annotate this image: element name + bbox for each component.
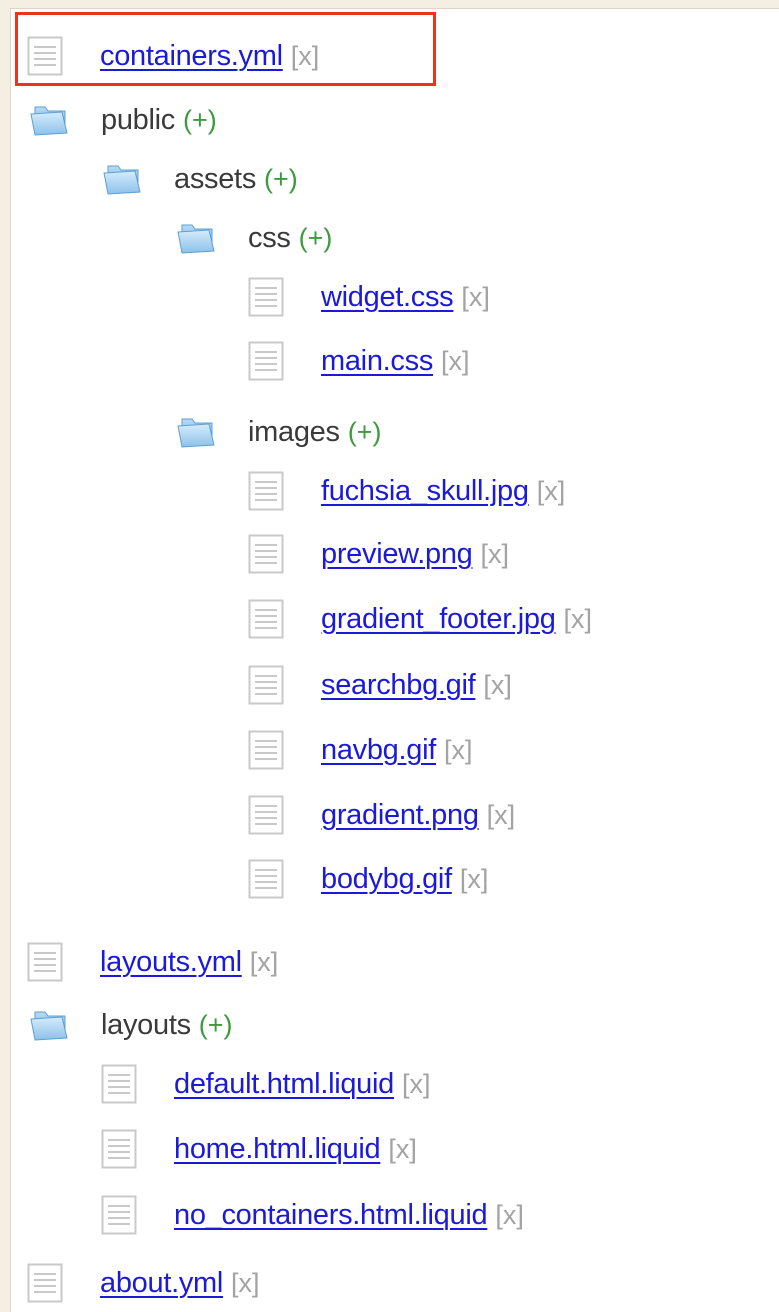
folder-label: assets: [174, 162, 257, 195]
file-icon: [101, 1064, 137, 1104]
tree-file-item: gradient_footer.jpg [x]: [248, 597, 592, 641]
remove-file-button[interactable]: [x]: [250, 947, 279, 978]
file-icon: [101, 1195, 137, 1235]
file-link[interactable]: main.css: [321, 345, 433, 378]
tree-file-item: home.html.liquid [x]: [101, 1127, 417, 1171]
folder-label: public: [101, 103, 175, 136]
add-item-button[interactable]: (+): [264, 164, 298, 195]
tree-file-item: gradient.png [x]: [248, 793, 515, 837]
folder-label: images: [248, 415, 340, 448]
file-tree-panel: containers.yml [x] public (+) assets (+) css (+…: [10, 8, 779, 1312]
file-icon: [27, 1263, 63, 1303]
tree-file-item: main.css [x]: [248, 339, 470, 383]
file-link[interactable]: gradient.png: [321, 799, 479, 832]
folder-icon: [29, 1008, 69, 1042]
remove-file-button[interactable]: [x]: [537, 476, 566, 507]
file-icon: [248, 277, 284, 317]
folder-icon: [29, 103, 69, 137]
folder-label: layouts: [101, 1008, 191, 1041]
remove-file-button[interactable]: [x]: [441, 346, 470, 377]
remove-file-button[interactable]: [x]: [444, 735, 473, 766]
remove-file-button[interactable]: [x]: [495, 1200, 524, 1231]
file-link[interactable]: containers.yml: [100, 40, 283, 73]
remove-file-button[interactable]: [x]: [460, 864, 489, 895]
file-link[interactable]: fuchsia_skull.jpg: [321, 475, 529, 508]
remove-file-button[interactable]: [x]: [402, 1069, 431, 1100]
file-icon: [248, 795, 284, 835]
remove-file-button[interactable]: [x]: [231, 1268, 260, 1299]
tree-folder-item: images (+): [176, 410, 381, 454]
remove-file-button[interactable]: [x]: [487, 800, 516, 831]
file-icon: [27, 36, 63, 76]
file-icon: [248, 665, 284, 705]
file-link[interactable]: home.html.liquid: [174, 1133, 381, 1166]
add-item-button[interactable]: (+): [183, 105, 217, 136]
tree-file-item: layouts.yml [x]: [27, 940, 278, 984]
folder-label: css: [248, 221, 291, 254]
tree-file-item: no_containers.html.liquid [x]: [101, 1193, 524, 1237]
file-link[interactable]: no_containers.html.liquid: [174, 1199, 488, 1232]
file-icon: [248, 471, 284, 511]
folder-icon: [102, 162, 142, 196]
add-item-button[interactable]: (+): [348, 417, 382, 448]
remove-file-button[interactable]: [x]: [480, 539, 509, 570]
file-icon: [27, 942, 63, 982]
file-link[interactable]: bodybg.gif: [321, 863, 452, 896]
remove-file-button[interactable]: [x]: [461, 282, 490, 313]
tree-file-item: containers.yml [x]: [27, 34, 319, 78]
file-link[interactable]: gradient_footer.jpg: [321, 603, 556, 636]
file-icon: [101, 1129, 137, 1169]
file-icon: [248, 859, 284, 899]
remove-file-button[interactable]: [x]: [388, 1134, 417, 1165]
remove-file-button[interactable]: [x]: [291, 41, 320, 72]
tree-file-item: about.yml [x]: [27, 1261, 260, 1305]
file-link[interactable]: preview.png: [321, 538, 473, 571]
tree-folder-item: layouts (+): [29, 1003, 233, 1047]
add-item-button[interactable]: (+): [199, 1010, 233, 1041]
tree-file-item: searchbg.gif [x]: [248, 663, 512, 707]
remove-file-button[interactable]: [x]: [564, 604, 593, 635]
add-item-button[interactable]: (+): [299, 223, 333, 254]
tree-file-item: fuchsia_skull.jpg [x]: [248, 469, 565, 513]
tree-folder-item: css (+): [176, 216, 332, 260]
file-link[interactable]: navbg.gif: [321, 734, 436, 767]
file-icon: [248, 534, 284, 574]
folder-icon: [176, 221, 216, 255]
tree-file-item: widget.css [x]: [248, 275, 490, 319]
file-icon: [248, 599, 284, 639]
tree-file-item: preview.png [x]: [248, 532, 509, 576]
tree-folder-item: assets (+): [102, 157, 298, 201]
file-link[interactable]: about.yml: [100, 1267, 223, 1300]
tree-file-item: default.html.liquid [x]: [101, 1062, 431, 1106]
file-link[interactable]: layouts.yml: [100, 946, 242, 979]
file-link[interactable]: widget.css: [321, 281, 454, 314]
tree-file-item: navbg.gif [x]: [248, 728, 473, 772]
file-icon: [248, 730, 284, 770]
folder-icon: [176, 415, 216, 449]
remove-file-button[interactable]: [x]: [483, 670, 512, 701]
file-icon: [248, 341, 284, 381]
file-link[interactable]: searchbg.gif: [321, 669, 476, 702]
tree-folder-item: public (+): [29, 98, 217, 142]
file-link[interactable]: default.html.liquid: [174, 1068, 394, 1101]
tree-file-item: bodybg.gif [x]: [248, 857, 488, 901]
